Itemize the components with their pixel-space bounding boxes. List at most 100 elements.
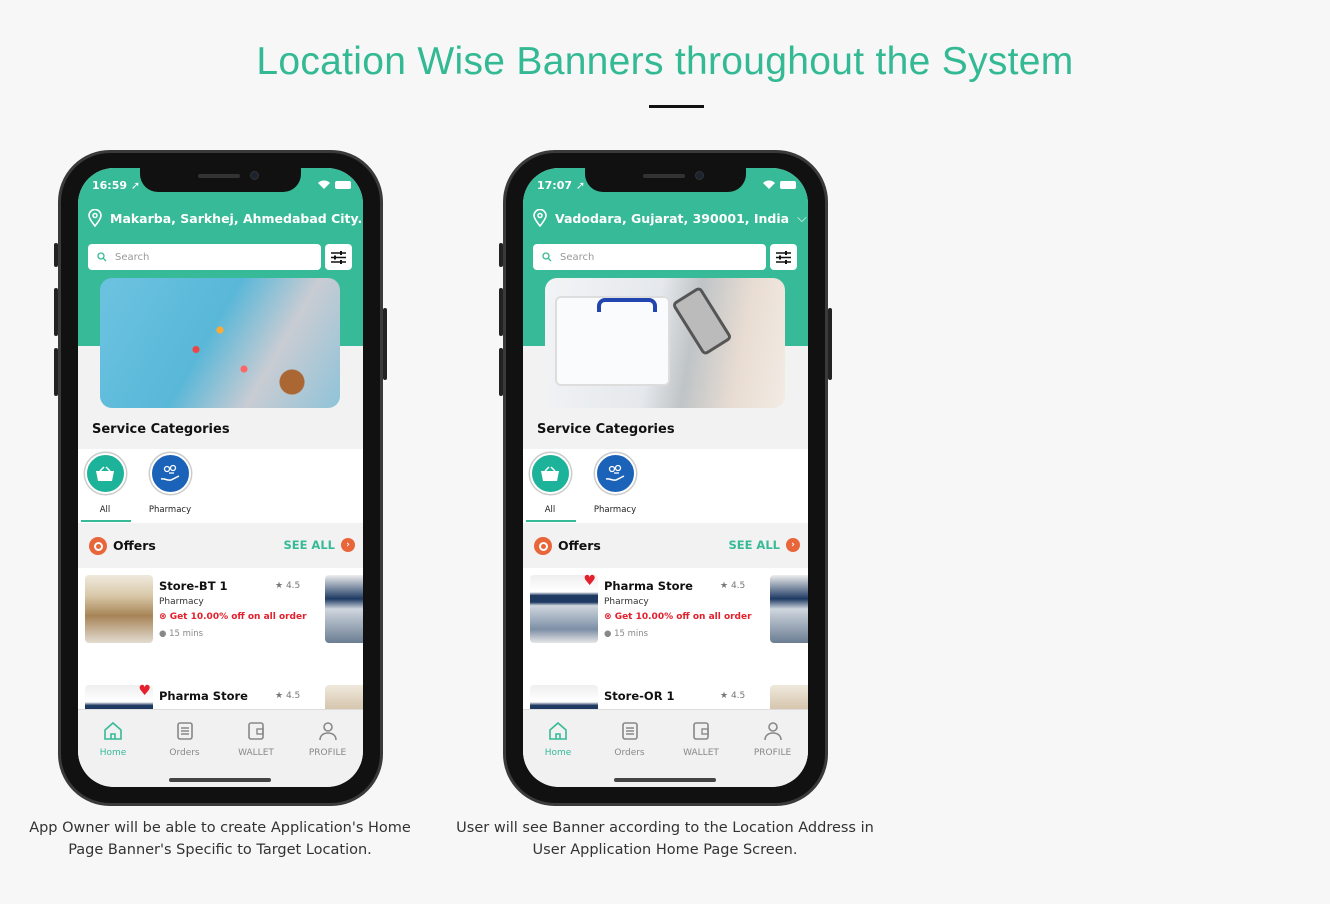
profile-icon (763, 722, 782, 741)
home-indicator (614, 778, 716, 782)
delivery-time: ● 15 mins (159, 629, 204, 639)
nav-wallet[interactable]: WALLET (221, 720, 291, 758)
category-pharmacy[interactable]: Pharmacy (140, 453, 200, 515)
discount-icon: ⊗ (159, 612, 167, 622)
service-categories-heading: Service Categories (92, 422, 230, 437)
location-pin-icon (533, 209, 547, 227)
location-selector[interactable]: Vadodara, Gujarat, 390001, India ⌵ (533, 209, 807, 227)
basket-icon (529, 453, 571, 494)
nav-profile[interactable]: PROFILE (293, 720, 363, 758)
store-card[interactable]: ♥ Pharma Store ★ 4.5 Pharmacy ⊗ Get 10.0… (530, 573, 770, 645)
category-all[interactable]: All (523, 453, 580, 515)
star-icon: ★ (275, 581, 284, 591)
store-card-peek[interactable] (770, 575, 808, 643)
category-pharmacy[interactable]: Pharmacy (585, 453, 645, 515)
wifi-icon (318, 180, 330, 189)
wallet-icon (693, 722, 709, 740)
search-input[interactable]: Search (88, 244, 321, 270)
location-selector[interactable]: Makarba, Sarkhej, Ahmedabad City...⌵ (88, 209, 363, 227)
location-arrow-icon: ➚ (130, 179, 141, 192)
offer-target-icon (89, 537, 107, 555)
pharmacy-hand-icon (594, 453, 636, 494)
store-name: Store-BT 1 (159, 579, 228, 593)
category-list: All Pharmacy (523, 449, 808, 523)
sliders-icon (331, 250, 346, 264)
nav-home[interactable]: Home (523, 720, 593, 758)
service-categories-heading: Service Categories (537, 422, 675, 437)
nav-wallet[interactable]: WALLET (666, 720, 736, 758)
notch (585, 168, 746, 192)
sliders-icon (776, 250, 791, 264)
favorite-heart-icon[interactable]: ♥ (583, 573, 596, 589)
store-card[interactable]: Store-BT 1 ★ 4.5 Pharmacy ⊗ Get 10.00% o… (85, 575, 325, 645)
offers-heading: Offers (558, 538, 601, 553)
store-name: Pharma Store (159, 689, 248, 703)
app-screen: 17:07 ➚ Vadodara, Gujarat, 390001, India… (523, 168, 808, 787)
home-icon (549, 721, 567, 740)
home-icon (104, 721, 122, 740)
offer-target-icon (534, 537, 552, 555)
location-pin-icon (88, 209, 102, 227)
filter-button[interactable] (325, 244, 352, 270)
store-rating: ★ 4.5 (275, 691, 301, 701)
store-card-peek[interactable] (325, 575, 363, 643)
star-icon: ★ (720, 691, 729, 701)
phone-caption: User will see Banner according to the Lo… (456, 820, 874, 858)
selected-category-indicator (81, 520, 131, 522)
search-icon (97, 252, 107, 262)
nav-profile[interactable]: PROFILE (738, 720, 808, 758)
chevron-down-icon: ⌵ (797, 210, 807, 225)
nav-orders[interactable]: Orders (595, 720, 665, 758)
profile-icon (318, 722, 337, 741)
store-offer: ⊗ Get 10.00% off on all order (604, 612, 752, 622)
store-list: Store-BT 1 ★ 4.5 Pharmacy ⊗ Get 10.00% o… (78, 568, 363, 753)
basket-icon (84, 453, 126, 494)
store-offer: ⊗ Get 10.00% off on all order (159, 612, 307, 622)
store-name: Store-OR 1 (604, 689, 675, 703)
status-time: 17:07 ➚ (537, 179, 586, 192)
see-all-button[interactable]: SEE ALL › (728, 538, 800, 552)
store-rating: ★ 4.5 (275, 581, 301, 591)
status-icons (763, 180, 796, 189)
store-rating: ★ 4.5 (720, 581, 746, 591)
status-icons (318, 180, 351, 189)
nav-orders[interactable]: Orders (150, 720, 220, 758)
status-time: 16:59 ➚ (92, 179, 141, 192)
page-title: Location Wise Banners throughout the Sys… (256, 40, 1074, 83)
nav-home[interactable]: Home (78, 720, 148, 758)
chevron-right-icon: › (786, 538, 800, 552)
category-all[interactable]: All (78, 453, 135, 515)
location-banner[interactable] (100, 278, 340, 408)
store-name: Pharma Store (604, 579, 693, 593)
favorite-heart-icon[interactable]: ♥ (138, 683, 151, 699)
phone-mockup-1: 16:59 ➚ Makarba, Sarkhej, Ahmedabad City… (54, 150, 387, 806)
app-screen: 16:59 ➚ Makarba, Sarkhej, Ahmedabad City… (78, 168, 363, 787)
discount-icon: ⊗ (604, 612, 612, 622)
location-arrow-icon: ➚ (575, 179, 586, 192)
wallet-icon (248, 722, 264, 740)
home-indicator (169, 778, 271, 782)
store-type: Pharmacy (159, 597, 204, 607)
phone-mockup-2: 17:07 ➚ Vadodara, Gujarat, 390001, India… (499, 150, 832, 806)
offers-header: Offers SEE ALL › (78, 523, 363, 568)
battery-icon (780, 180, 796, 189)
filter-button[interactable] (770, 244, 797, 270)
search-input[interactable]: Search (533, 244, 766, 270)
bottom-navigation: Home Orders WALLET PROFILE (78, 709, 363, 787)
offers-header: Offers SEE ALL › (523, 523, 808, 568)
phone-caption: App Owner will be able to create Applica… (29, 820, 411, 858)
store-type: Pharmacy (604, 597, 649, 607)
location-banner[interactable] (545, 278, 785, 408)
star-icon: ★ (720, 581, 729, 591)
bottom-navigation: Home Orders WALLET PROFILE (523, 709, 808, 787)
search-icon (542, 252, 552, 262)
store-image (85, 575, 153, 643)
selected-category-indicator (526, 520, 576, 522)
pharmacy-hand-icon (149, 453, 191, 494)
chevron-right-icon: › (341, 538, 355, 552)
store-list: ♥ Pharma Store ★ 4.5 Pharmacy ⊗ Get 10.0… (523, 568, 808, 753)
offers-heading: Offers (113, 538, 156, 553)
category-list: All Pharmacy (78, 449, 363, 523)
see-all-button[interactable]: SEE ALL › (283, 538, 355, 552)
store-rating: ★ 4.5 (720, 691, 746, 701)
